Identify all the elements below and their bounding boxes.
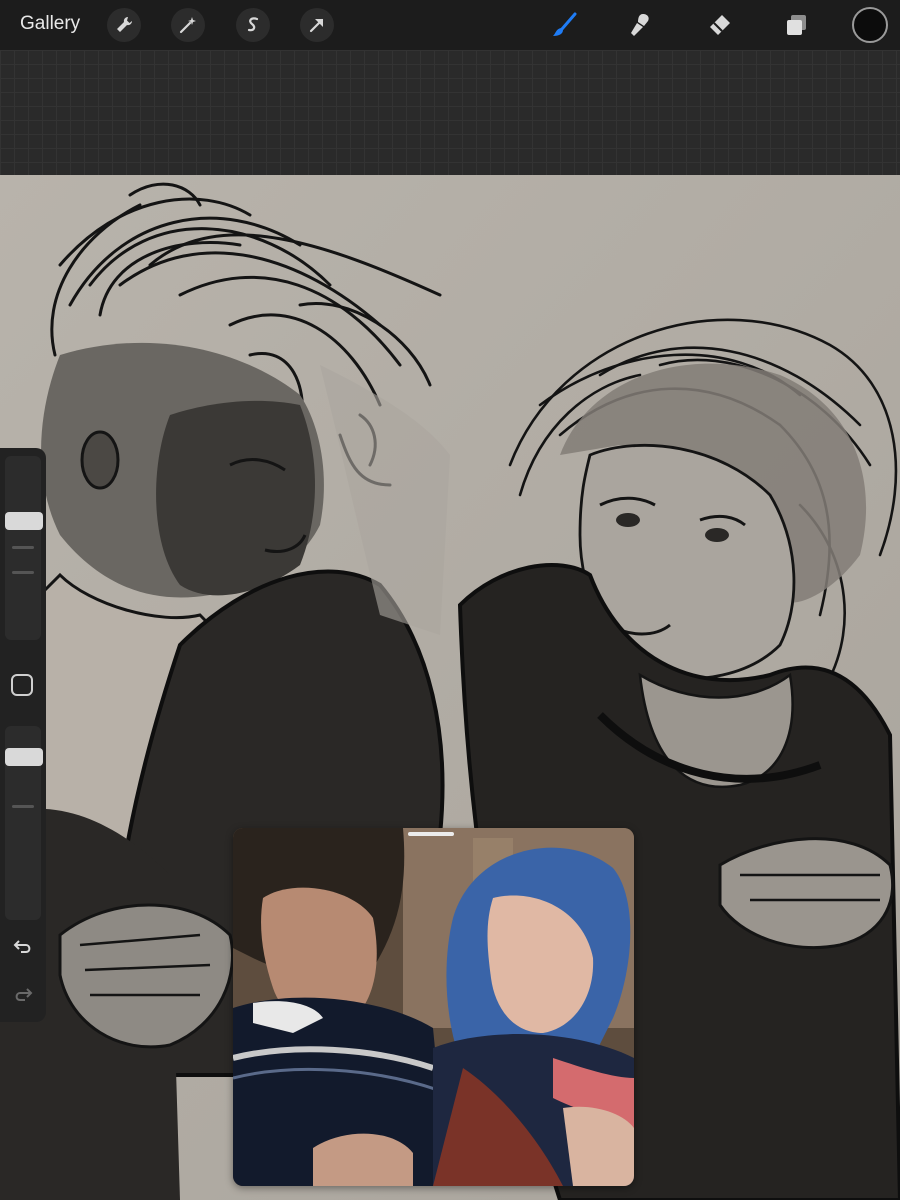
color-swatch[interactable] [852, 7, 888, 43]
layers-icon[interactable] [777, 6, 815, 44]
brush-size-thumb[interactable] [5, 512, 43, 530]
workspace-grid [0, 50, 900, 175]
reference-photo [233, 828, 634, 1186]
undo-icon[interactable] [8, 932, 38, 962]
left-sidebar [0, 448, 46, 1022]
modify-square-icon[interactable] [11, 674, 33, 696]
gallery-button[interactable]: Gallery [20, 13, 80, 35]
brush-icon[interactable] [545, 6, 583, 44]
eraser-icon[interactable] [700, 6, 738, 44]
reference-window[interactable] [233, 828, 634, 1186]
reference-drag-handle[interactable] [408, 832, 454, 836]
magic-wand-icon[interactable] [171, 8, 205, 42]
slider-tick [12, 571, 34, 574]
wrench-icon[interactable] [107, 8, 141, 42]
opacity-thumb[interactable] [5, 748, 43, 766]
opacity-slider[interactable] [5, 726, 43, 920]
selection-s-icon[interactable] [236, 8, 270, 42]
transform-arrow-icon[interactable] [300, 8, 334, 42]
smudge-icon[interactable] [621, 6, 659, 44]
slider-tick [12, 805, 34, 808]
top-toolbar: Gallery [0, 0, 900, 50]
slider-tick [12, 546, 34, 549]
redo-icon[interactable] [8, 980, 38, 1010]
